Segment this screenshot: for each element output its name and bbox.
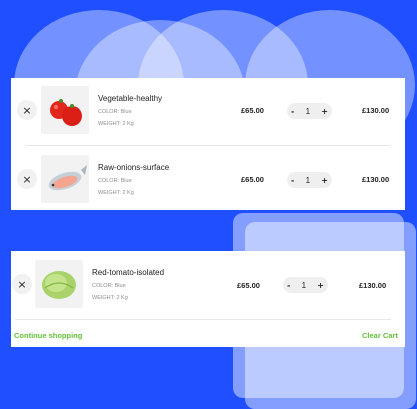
- product-image-tomatoes: [41, 86, 89, 134]
- remove-item-button[interactable]: ×: [17, 100, 37, 120]
- cart-row: × Raw-onions-surface COLOR: Blue WEIGHT:…: [11, 155, 405, 203]
- clear-cart-link[interactable]: Clear Cart: [362, 331, 398, 340]
- product-name[interactable]: Raw-onions-surface: [98, 163, 169, 172]
- product-image-lettuce: [35, 260, 83, 308]
- increase-quantity-button[interactable]: +: [317, 281, 324, 290]
- product-info: Vegetable-healthy COLOR: Blue WEIGHT: 2 …: [98, 94, 162, 127]
- quantity-stepper[interactable]: - 1 +: [287, 172, 332, 188]
- product-weight: WEIGHT: 2 Kg: [92, 294, 128, 301]
- close-icon: ×: [17, 277, 27, 291]
- product-color: COLOR: Blue: [98, 177, 132, 184]
- fish-image: [48, 165, 87, 191]
- quantity-value: 1: [301, 280, 307, 290]
- product-color: COLOR: Blue: [92, 282, 126, 289]
- product-weight: WEIGHT: 2 Kg: [98, 189, 134, 196]
- quantity-value: 1: [305, 106, 311, 116]
- decrease-quantity-button[interactable]: -: [291, 176, 294, 185]
- increase-quantity-button[interactable]: +: [321, 107, 328, 116]
- product-name[interactable]: Red-tomato-isolated: [92, 268, 164, 277]
- product-info: Red-tomato-isolated COLOR: Blue WEIGHT: …: [92, 268, 164, 301]
- line-total: £130.00: [362, 175, 390, 184]
- remove-item-button[interactable]: ×: [17, 169, 37, 189]
- line-total: £130.00: [359, 281, 387, 290]
- quantity-value: 1: [305, 175, 311, 185]
- decrease-quantity-button[interactable]: -: [287, 281, 290, 290]
- quantity-stepper[interactable]: - 1 +: [287, 103, 332, 119]
- decrease-quantity-button[interactable]: -: [291, 107, 294, 116]
- cart-card-bottom: × Red-tomato-isolated COLOR: Blue WEIGHT…: [11, 251, 405, 347]
- unit-price: £65.00: [241, 175, 264, 184]
- close-icon: ×: [22, 103, 32, 117]
- product-info: Raw-onions-surface COLOR: Blue WEIGHT: 2…: [98, 163, 169, 196]
- row-divider: [25, 145, 391, 146]
- cart-row: × Vegetable-healthy COLOR: Blue WEIGHT: …: [11, 86, 405, 134]
- increase-quantity-button[interactable]: +: [321, 176, 328, 185]
- continue-shopping-link[interactable]: Continue shopping: [14, 331, 82, 340]
- remove-item-button[interactable]: ×: [12, 274, 32, 294]
- close-icon: ×: [22, 172, 32, 186]
- quantity-stepper[interactable]: - 1 +: [283, 277, 328, 293]
- line-total: £130.00: [362, 106, 390, 115]
- unit-price: £65.00: [241, 106, 264, 115]
- unit-price: £65.00: [237, 281, 260, 290]
- cart-card-top: × Vegetable-healthy COLOR: Blue WEIGHT: …: [11, 78, 405, 210]
- product-image-fish: [41, 155, 89, 203]
- product-name[interactable]: Vegetable-healthy: [98, 94, 162, 103]
- product-weight: WEIGHT: 2 Kg: [98, 120, 134, 127]
- cart-row: × Red-tomato-isolated COLOR: Blue WEIGHT…: [11, 260, 405, 308]
- lettuce-image: [42, 271, 76, 299]
- row-divider: [15, 319, 391, 320]
- product-color: COLOR: Blue: [98, 108, 132, 115]
- tomatoes-image: [50, 99, 82, 126]
